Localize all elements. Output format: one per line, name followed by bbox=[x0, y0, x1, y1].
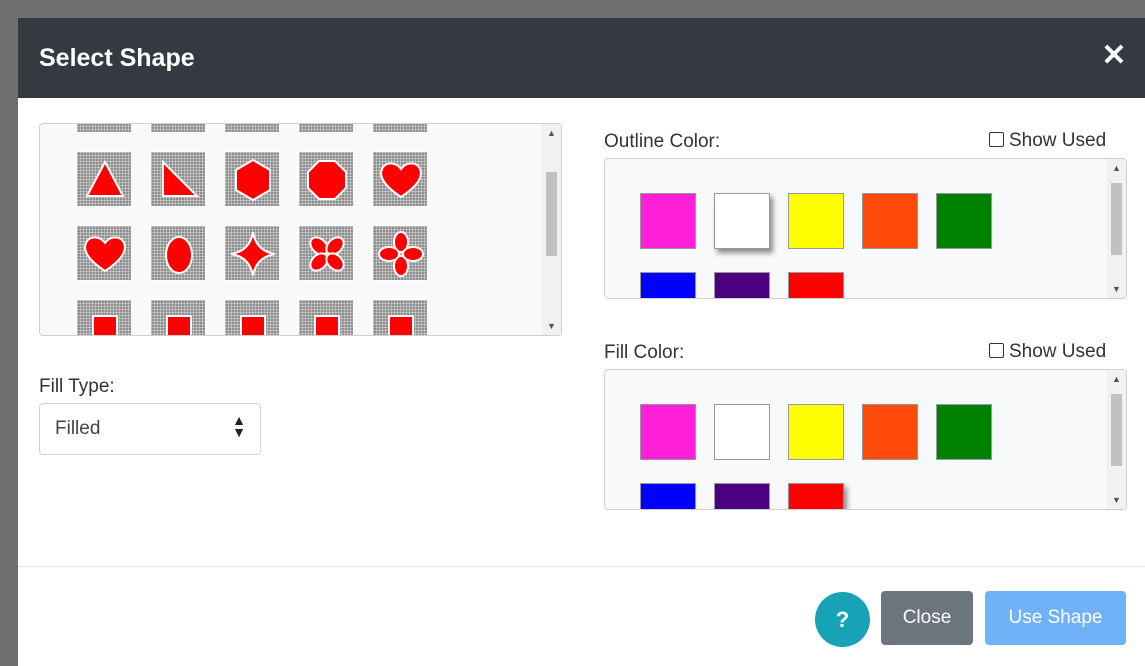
hexagon-shape-tile[interactable] bbox=[224, 151, 280, 207]
right-triangle-icon bbox=[162, 159, 200, 197]
fill-color-swatch[interactable] bbox=[788, 404, 844, 460]
heart-shape-tile[interactable] bbox=[372, 151, 428, 207]
egg-icon bbox=[165, 236, 193, 274]
outline-color-swatch[interactable] bbox=[936, 193, 992, 249]
outline-show-used-checkbox[interactable] bbox=[989, 132, 1004, 147]
scroll-down-icon[interactable]: ▼ bbox=[1107, 280, 1126, 298]
fill-color-scrollbar[interactable]: ▲ ▼ bbox=[1107, 370, 1126, 509]
scroll-down-icon[interactable]: ▼ bbox=[542, 317, 561, 335]
octagon-icon bbox=[307, 160, 347, 200]
square-icon bbox=[151, 123, 207, 134]
outline-color-scrollbar[interactable]: ▲ ▼ bbox=[1107, 159, 1126, 298]
fill-color-swatch[interactable] bbox=[936, 404, 992, 460]
outline-color-swatch[interactable] bbox=[862, 193, 918, 249]
fill-color-swatch[interactable] bbox=[714, 404, 770, 460]
sort-icon: ▲ ▼ bbox=[232, 412, 246, 440]
outline-color-swatch[interactable] bbox=[714, 272, 770, 298]
hexagon-icon bbox=[235, 158, 271, 202]
dialog-header: Select Shape ✕ bbox=[18, 18, 1145, 98]
circle-shape-tile[interactable] bbox=[224, 123, 281, 134]
square-icon bbox=[240, 315, 266, 335]
fill-color-list[interactable]: ▲ ▼ bbox=[604, 369, 1127, 510]
fill-show-used-checkbox[interactable] bbox=[989, 343, 1004, 358]
scroll-up-icon[interactable]: ▲ bbox=[542, 124, 561, 142]
help-button[interactable]: ? bbox=[815, 592, 870, 647]
fill-color-swatch[interactable] bbox=[788, 483, 844, 509]
select-shape-dialog: Select Shape ✕ ▲ ▼ Fill Type: Filled ▲ ▼ … bbox=[18, 18, 1145, 666]
square-icon bbox=[166, 315, 192, 335]
scrollbar-thumb[interactable] bbox=[1111, 183, 1122, 255]
fill-show-used[interactable]: Show Used bbox=[989, 341, 1106, 363]
fill-type-label: Fill Type: bbox=[39, 376, 115, 397]
dialog-title: Select Shape bbox=[39, 44, 195, 72]
outline-color-swatch[interactable] bbox=[640, 193, 696, 249]
shape-list-scrollbar[interactable]: ▲ ▼ bbox=[542, 124, 561, 335]
close-button[interactable]: Close bbox=[881, 591, 973, 645]
fill-type-value: Filled bbox=[55, 418, 101, 439]
square-shape-tile[interactable] bbox=[150, 123, 207, 134]
heart-shape-tile[interactable] bbox=[372, 124, 428, 133]
heart-shape-tile[interactable] bbox=[76, 225, 132, 281]
scroll-up-icon[interactable]: ▲ bbox=[1107, 370, 1126, 388]
outline-show-used-label: Show Used bbox=[1009, 130, 1107, 151]
four-point-star-icon bbox=[230, 231, 276, 277]
square-icon bbox=[388, 315, 414, 335]
triangle-icon bbox=[85, 159, 125, 197]
four-point-star-shape-tile[interactable] bbox=[224, 225, 280, 281]
outline-show-used[interactable]: Show Used bbox=[989, 130, 1106, 152]
heart-icon bbox=[84, 236, 126, 273]
circle-icon bbox=[299, 123, 355, 134]
square-icon bbox=[314, 315, 340, 335]
outline-color-list[interactable]: ▲ ▼ bbox=[604, 158, 1127, 299]
fill-color-swatch[interactable] bbox=[640, 483, 696, 509]
plus-flower-icon bbox=[378, 231, 424, 277]
outline-color-swatch[interactable] bbox=[788, 193, 844, 249]
fill-color-swatch[interactable] bbox=[640, 404, 696, 460]
square-icon bbox=[92, 315, 118, 335]
heart-icon bbox=[380, 162, 422, 199]
square-shape-tile[interactable] bbox=[372, 299, 428, 335]
scrollbar-thumb[interactable] bbox=[1111, 394, 1122, 466]
fill-color-swatch[interactable] bbox=[862, 404, 918, 460]
outline-color-swatch[interactable] bbox=[788, 272, 844, 298]
x-flower-icon bbox=[309, 236, 345, 272]
egg-shape-tile[interactable] bbox=[150, 225, 206, 281]
scroll-up-icon[interactable]: ▲ bbox=[1107, 159, 1126, 177]
close-icon[interactable]: ✕ bbox=[1100, 40, 1128, 72]
right-triangle-shape-tile[interactable] bbox=[150, 151, 206, 207]
square-shape-tile[interactable] bbox=[150, 299, 206, 335]
square-icon bbox=[77, 123, 133, 134]
scroll-down-icon[interactable]: ▼ bbox=[1107, 491, 1126, 509]
footer-divider bbox=[18, 566, 1145, 567]
outline-color-label: Outline Color: bbox=[604, 131, 721, 152]
fill-color-label: Fill Color: bbox=[604, 342, 685, 363]
circle-shape-tile[interactable] bbox=[298, 123, 355, 134]
square-shape-tile[interactable] bbox=[76, 123, 133, 134]
octagon-shape-tile[interactable] bbox=[298, 151, 354, 207]
scrollbar-thumb[interactable] bbox=[546, 172, 557, 256]
square-shape-tile[interactable] bbox=[298, 299, 354, 335]
fill-type-select[interactable]: Filled ▲ ▼ bbox=[39, 403, 261, 455]
use-shape-button[interactable]: Use Shape bbox=[985, 591, 1126, 645]
x-flower-shape-tile[interactable] bbox=[298, 225, 354, 281]
square-shape-tile[interactable] bbox=[76, 299, 132, 335]
circle-icon bbox=[225, 123, 281, 134]
triangle-shape-tile[interactable] bbox=[76, 151, 132, 207]
heart-icon bbox=[400, 124, 402, 125]
fill-show-used-label: Show Used bbox=[1009, 341, 1107, 362]
outline-color-swatch[interactable] bbox=[640, 272, 696, 298]
fill-color-swatch[interactable] bbox=[714, 483, 770, 509]
outline-color-swatch[interactable] bbox=[714, 193, 770, 249]
square-shape-tile[interactable] bbox=[224, 299, 280, 335]
plus-flower-shape-tile[interactable] bbox=[372, 225, 428, 281]
shape-list[interactable]: ▲ ▼ bbox=[39, 123, 562, 336]
